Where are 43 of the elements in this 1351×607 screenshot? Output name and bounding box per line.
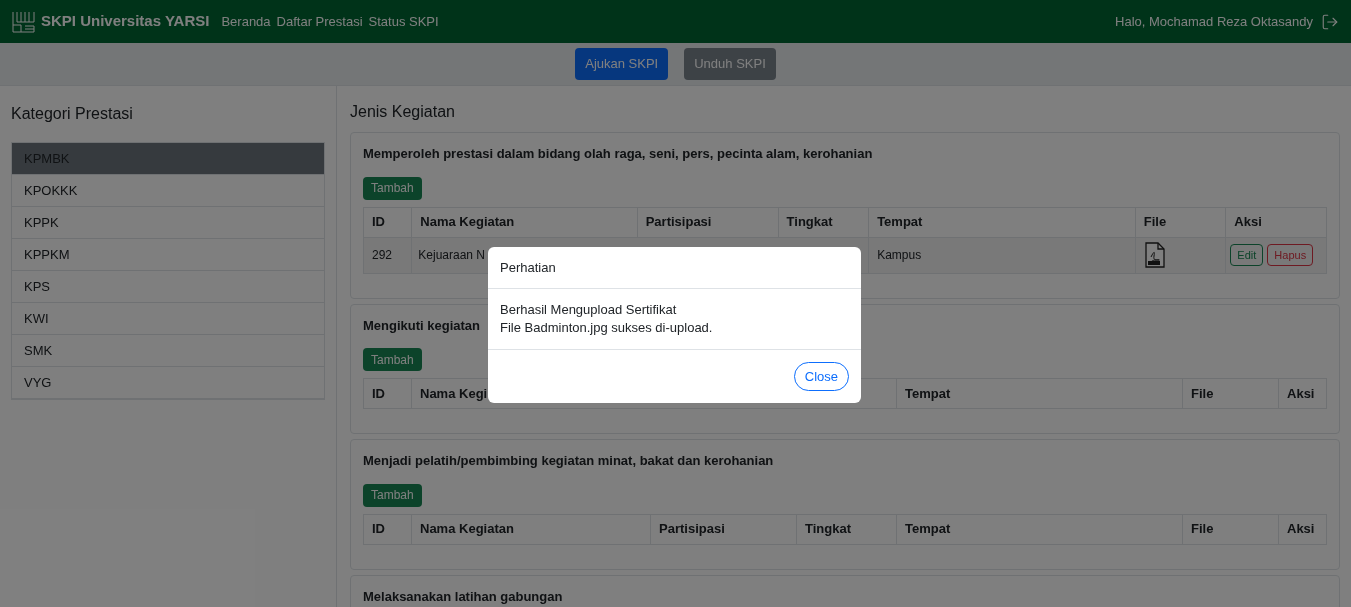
column-header: ID (363, 378, 412, 409)
delete-button[interactable]: Hapus (1267, 243, 1314, 267)
dialog-message: Berhasil Mengupload Sertifikat (500, 301, 678, 319)
table-cell: 292 (363, 237, 412, 273)
column-header: Tingkat (796, 514, 897, 544)
section-title: Melaksanakan latihan gabungan (363, 587, 563, 606)
column-header: Partisipasi (637, 207, 779, 237)
dialog-title: Perhatian (488, 247, 861, 289)
column-header: Tempat (868, 207, 1136, 237)
add-button[interactable]: Tambah (363, 348, 422, 371)
edit-button[interactable]: Edit (1230, 243, 1264, 267)
pdf-file-icon[interactable] (1143, 242, 1166, 268)
column-header: File (1182, 378, 1279, 409)
table-cell: Kampus (868, 237, 1136, 273)
column-header: Aksi (1278, 378, 1327, 409)
section-title: Mengikuti kegiatan (363, 316, 481, 335)
section-title: Menjadi pelatih/pembimbing kegiatan minat, bakat dan kerohanian (363, 452, 774, 470)
add-button[interactable]: Tambah (363, 483, 422, 507)
column-header: Nama Kegiatan (411, 207, 638, 237)
column-header: Nama Kegiatan (411, 514, 651, 544)
column-header: Partisipasi (650, 514, 797, 544)
column-header: ID (363, 514, 412, 544)
column-header: Aksi (1225, 207, 1327, 237)
nav-link[interactable]: Status SKPI (368, 11, 439, 32)
main-title: Jenis Kegiatan (350, 102, 456, 122)
logo-icon (12, 10, 35, 33)
section-title: Memperoleh prestasi dalam bidang olah raga, seni, pers, pecinta alam, kerohanian (363, 145, 873, 163)
sidebar-title: Kategori Prestasi (11, 104, 134, 124)
column-header: File (1182, 514, 1279, 544)
column-header: Aksi (1278, 514, 1327, 544)
nav-link[interactable]: Daftar Prestasi (276, 11, 363, 32)
brand-title[interactable]: SKPI Universitas YARSI (41, 10, 210, 33)
dialog-message: File Badminton.jpg sukses di-upload. (500, 319, 714, 337)
action-button[interactable]: Ajukan SKPI (575, 48, 669, 80)
column-header: Tingkat (778, 207, 869, 237)
logout-icon[interactable] (1321, 12, 1339, 31)
column-header: Tempat (896, 378, 1183, 409)
column-header: ID (363, 207, 412, 237)
greeting-text: Halo, Mochamad Reza Oktasandy (1115, 12, 1313, 31)
column-header: Tempat (896, 514, 1183, 544)
add-button[interactable]: Tambah (363, 176, 422, 200)
column-header: File (1135, 207, 1226, 237)
nav-link[interactable]: Beranda (221, 11, 271, 32)
